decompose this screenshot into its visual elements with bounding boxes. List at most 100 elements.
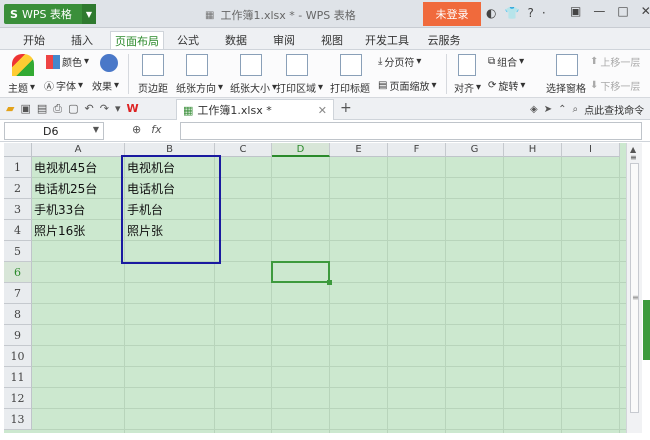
help-icon[interactable]: ? — [527, 6, 533, 20]
customize-icon[interactable]: ▾ — [115, 102, 121, 116]
export-pdf-icon[interactable]: ▤ — [37, 102, 47, 116]
tab-cloud[interactable]: 云服务 — [420, 31, 468, 49]
print-icon[interactable]: ⎙ — [53, 102, 62, 116]
undo-icon[interactable]: ↶ — [85, 102, 94, 116]
fx-icon[interactable]: fx — [151, 123, 161, 136]
tab-page-layout[interactable]: 页面布局 — [110, 31, 164, 49]
spreadsheet-grid[interactable]: A B C D E F G H I 1 2 3 4 5 6 7 8 9 10 11 12 13 电视机45台 电话机25台 手机… — [4, 143, 626, 433]
margins-button[interactable]: 页边距 — [138, 80, 168, 95]
colors-button[interactable]: 颜色 ▾ — [46, 54, 89, 69]
row-header-6[interactable]: 6 — [4, 262, 32, 283]
column-header-c[interactable]: C — [215, 143, 272, 157]
redo-icon[interactable]: ↷ — [100, 102, 109, 116]
selection-pane-icon[interactable] — [556, 54, 578, 76]
cell-a4[interactable]: 照片16张 — [32, 220, 125, 241]
column-header-h[interactable]: H — [504, 143, 562, 157]
close-icon[interactable]: ✕ — [641, 4, 650, 18]
cell-a1[interactable]: 电视机45台 — [32, 157, 125, 178]
chevron-down-icon[interactable]: ▼ — [93, 125, 99, 134]
tab-formulas[interactable]: 公式 — [170, 31, 206, 49]
theme-icon[interactable] — [12, 54, 34, 76]
open-folder-icon[interactable]: ▰ — [6, 102, 14, 116]
select-all-corner[interactable] — [4, 143, 32, 157]
cell-a3[interactable]: 手机33台 — [32, 199, 125, 220]
paper-size-icon[interactable] — [240, 54, 262, 76]
print-preview-icon[interactable]: ▢ — [68, 102, 78, 116]
rotate-button[interactable]: ⟳ 旋转 ▾ — [488, 78, 525, 93]
column-header-g[interactable]: G — [446, 143, 504, 157]
send-backward-button[interactable]: ⬇ 下移一层 — [590, 78, 640, 93]
page-zoom-button[interactable]: ▤ 页面缩放 ▾ — [378, 78, 436, 93]
row-header-3[interactable]: 3 — [4, 199, 32, 220]
tab-view[interactable]: 视图 — [314, 31, 350, 49]
scroll-top-icon[interactable]: ≡ — [630, 153, 637, 162]
row-header-7[interactable]: 7 — [4, 283, 32, 304]
new-tab-icon[interactable]: + — [340, 100, 352, 116]
print-titles-button[interactable]: 打印标题 — [330, 80, 370, 95]
chevron-down-icon[interactable]: ▼ — [82, 4, 96, 24]
tab-insert[interactable]: 插入 — [62, 31, 102, 49]
effects-button[interactable]: 效果 ▾ — [92, 78, 119, 93]
tab-data[interactable]: 数据 — [218, 31, 254, 49]
column-header-a[interactable]: A — [32, 143, 125, 157]
row-header-2[interactable]: 2 — [4, 178, 32, 199]
fill-handle[interactable] — [327, 280, 332, 285]
bring-forward-button[interactable]: ⬆ 上移一层 — [590, 54, 640, 69]
paper-size-button[interactable]: 纸张大小 ▾ — [230, 80, 277, 95]
column-header-f[interactable]: F — [388, 143, 446, 157]
document-tab[interactable]: ▦ 工作簿1.xlsx * ✕ — [176, 99, 334, 120]
login-button[interactable]: 未登录 — [423, 2, 481, 26]
active-cell[interactable] — [271, 261, 330, 283]
cursor-icon[interactable]: ➤ — [544, 104, 552, 115]
print-area-icon[interactable] — [286, 54, 308, 76]
close-tab-icon[interactable]: ✕ — [318, 104, 327, 117]
minimize-icon[interactable]: — — [593, 4, 605, 18]
row-header-8[interactable]: 8 — [4, 304, 32, 325]
print-titles-icon[interactable] — [340, 54, 362, 76]
restore-layout-icon[interactable]: ▣ — [570, 4, 581, 18]
margins-icon[interactable] — [142, 54, 164, 76]
orientation-button[interactable]: 纸张方向 ▾ — [176, 80, 223, 95]
tab-developer[interactable]: 开发工具 — [358, 31, 416, 49]
group-button[interactable]: ⧉ 组合 ▾ — [488, 54, 524, 69]
tab-home[interactable]: 开始 — [14, 31, 54, 49]
fonts-button[interactable]: Ⓐ 字体 ▾ — [44, 78, 83, 93]
theme-button[interactable]: 主题 ▾ — [8, 80, 35, 95]
scrollbar-thumb[interactable] — [630, 163, 639, 413]
vertical-scrollbar[interactable]: ▲ ≡ ≡ — [626, 143, 642, 433]
tag-icon[interactable]: ◈ — [530, 104, 538, 115]
tab-review[interactable]: 审阅 — [266, 31, 302, 49]
column-header-e[interactable]: E — [330, 143, 388, 157]
app-menu-button[interactable]: S WPS 表格 ▼ — [4, 4, 96, 24]
side-panel-toggle[interactable] — [643, 300, 650, 360]
row-header-1[interactable]: 1 — [4, 157, 32, 178]
maximize-icon[interactable]: □ — [617, 4, 628, 18]
row-header-12[interactable]: 12 — [4, 388, 32, 409]
page-break-button[interactable]: ⤓ 分页符 ▾ — [378, 54, 421, 69]
column-header-d[interactable]: D — [272, 143, 330, 157]
align-button[interactable]: 对齐 ▾ — [454, 80, 481, 95]
column-header-i[interactable]: I — [562, 143, 620, 157]
shirt-icon[interactable]: 👕 — [504, 6, 519, 20]
skin-icon[interactable]: ◐ — [486, 6, 496, 20]
orientation-icon[interactable] — [186, 54, 208, 76]
row-header-4[interactable]: 4 — [4, 220, 32, 241]
row-header-11[interactable]: 11 — [4, 367, 32, 388]
row-header-5[interactable]: 5 — [4, 241, 32, 262]
more-icon[interactable]: · — [542, 6, 546, 20]
save-icon[interactable]: ▣ — [20, 102, 30, 116]
theme-shape-icon[interactable] — [100, 54, 118, 72]
formula-input[interactable] — [180, 122, 642, 140]
row-header-10[interactable]: 10 — [4, 346, 32, 367]
zoom-icon[interactable]: ⊕ — [132, 123, 141, 136]
cell-a2[interactable]: 电话机25台 — [32, 178, 125, 199]
name-box[interactable]: D6 ▼ — [4, 122, 104, 140]
selection-pane-button[interactable]: 选择窗格 — [546, 80, 586, 95]
search-command-input[interactable]: 点此查找命令 — [584, 102, 644, 117]
align-icon[interactable] — [458, 54, 476, 76]
row-header-9[interactable]: 9 — [4, 325, 32, 346]
print-area-button[interactable]: 打印区域 ▾ — [276, 80, 323, 95]
wps-w-icon[interactable]: W — [126, 102, 138, 116]
collapse-ribbon-icon[interactable]: ⌃ — [558, 104, 566, 115]
search-icon[interactable]: ⌕ — [572, 104, 578, 115]
